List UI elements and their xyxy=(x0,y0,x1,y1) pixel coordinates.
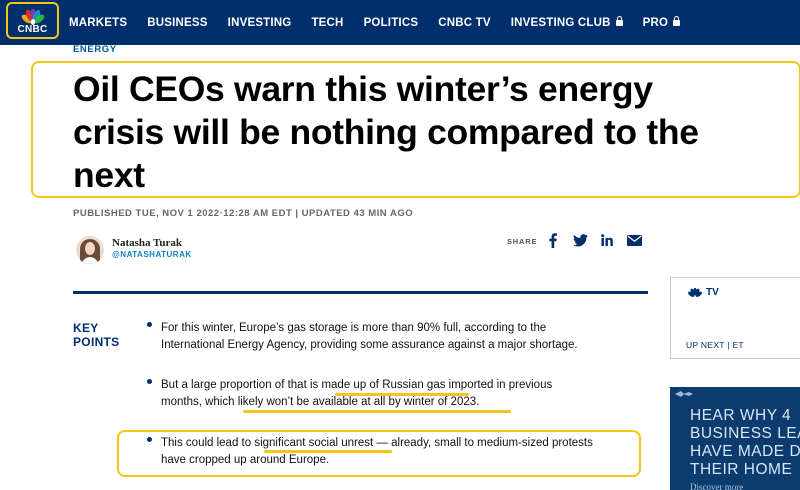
ad-subtext: Discover more xyxy=(690,482,744,490)
key-points-title-line: POINTS xyxy=(73,335,120,349)
key-points-title-line: KEY xyxy=(73,321,99,335)
nav-item-cnbc-tv[interactable]: CNBC TV xyxy=(438,17,491,29)
section-divider xyxy=(73,291,648,294)
nav-item-label: PRO xyxy=(642,16,669,29)
nav-item-investing-club[interactable]: INVESTING CLUB xyxy=(510,15,623,29)
key-point-line: International Energy Agency, providing s… xyxy=(161,339,578,351)
tv-label: TV xyxy=(706,287,719,298)
cnbc-tv-logo: TV xyxy=(687,287,719,298)
advertisement[interactable]: HEAR WHY 4 BUSINESS LEAD HAVE MADE DU TH… xyxy=(670,387,800,490)
share-label: SHARE xyxy=(507,237,538,246)
published-timestamp: PUBLISHED TUE, NOV 1 2022·12:28 AM EDT |… xyxy=(73,208,414,219)
tv-up-next[interactable]: UP NEXT | ET xyxy=(686,340,744,350)
key-point-3: This could lead to significant social un… xyxy=(161,435,641,469)
bullet-dot xyxy=(147,379,152,384)
ad-headline: HEAR WHY 4 BUSINESS LEAD HAVE MADE DU TH… xyxy=(690,407,800,479)
key-point-line: This could lead to significant social un… xyxy=(161,437,593,449)
highlight-underline xyxy=(264,450,392,453)
lock-icon xyxy=(673,15,681,27)
headline-line: crisis will be nothing compared to the xyxy=(73,112,699,152)
headline-line: Oil CEOs warn this winter’s energy xyxy=(73,69,653,109)
nav-item-tech[interactable]: TECH xyxy=(311,17,343,29)
facebook-icon[interactable] xyxy=(548,232,558,248)
ad-line: THEIR HOME xyxy=(690,461,793,478)
section-label[interactable]: ENERGY xyxy=(73,44,117,55)
nav-item-label: TECH xyxy=(311,16,344,29)
nav-item-label: MARKETS xyxy=(69,16,128,29)
highlight-underline xyxy=(335,393,469,396)
linkedin-icon[interactable] xyxy=(600,232,614,248)
logo-text: CNBC xyxy=(17,24,48,35)
nav-item-label: BUSINESS xyxy=(147,16,208,29)
nav-item-business[interactable]: BUSINESS xyxy=(147,17,207,29)
cnbc-logo[interactable]: CNBC xyxy=(6,2,59,39)
author-name[interactable]: Natasha Turak xyxy=(112,237,182,249)
author-handle[interactable]: @NATASHATURAK xyxy=(112,250,192,259)
nav-item-pro[interactable]: PRO xyxy=(642,15,681,29)
nav-item-markets[interactable]: MARKETS xyxy=(69,17,127,29)
key-points-title: KEY POINTS xyxy=(73,321,119,349)
avatar-face xyxy=(85,242,95,255)
author-avatar[interactable] xyxy=(76,236,104,264)
lock-icon xyxy=(615,15,623,27)
highlight-underline xyxy=(243,410,511,413)
nav-item-label: INVESTING CLUB xyxy=(510,16,611,29)
bullet-dot xyxy=(147,437,152,442)
key-point-line: months, which likely won’t be available … xyxy=(161,396,480,408)
ad-logo-icon xyxy=(675,391,693,397)
headline-line: next xyxy=(73,155,145,195)
article-headline: Oil CEOs warn this winter’s energy crisi… xyxy=(73,68,800,197)
nav-item-label: POLITICS xyxy=(363,16,419,29)
nav-item-label: CNBC TV xyxy=(438,16,491,29)
ad-line: HEAR WHY 4 xyxy=(690,407,792,424)
key-point-line: For this winter, Europe’s gas storage is… xyxy=(161,322,547,334)
ad-line: BUSINESS LEAD xyxy=(690,425,800,442)
nav-menu: MARKETS BUSINESS INVESTING TECH POLITICS… xyxy=(69,0,700,45)
nav-item-politics[interactable]: POLITICS xyxy=(364,17,419,29)
key-point-1: For this winter, Europe’s gas storage is… xyxy=(161,320,641,354)
twitter-icon[interactable] xyxy=(572,232,588,248)
bullet-dot xyxy=(147,322,152,327)
nav-item-label: INVESTING xyxy=(227,16,292,29)
ad-line: HAVE MADE DU xyxy=(690,443,800,460)
top-nav: CNBC MARKETS BUSINESS INVESTING TECH POL… xyxy=(0,0,800,45)
peacock-icon xyxy=(688,287,702,297)
nav-item-investing[interactable]: INVESTING xyxy=(228,17,292,29)
peacock-icon xyxy=(21,9,44,25)
key-point-line: But a large proportion of that is made u… xyxy=(161,379,553,391)
key-point-line: have cropped up around Europe. xyxy=(161,454,330,466)
email-icon[interactable] xyxy=(626,232,642,248)
